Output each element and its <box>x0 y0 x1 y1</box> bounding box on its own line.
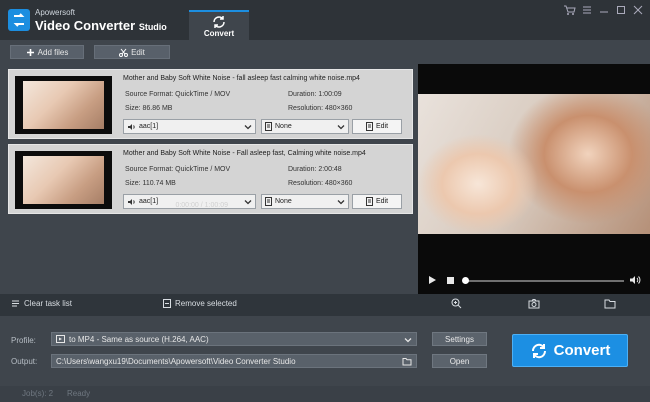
task-resolution: Resolution: 480×360 <box>288 180 353 187</box>
cart-icon[interactable] <box>562 4 576 16</box>
seek-handle[interactable] <box>462 277 469 284</box>
stop-icon[interactable] <box>446 276 455 285</box>
app-logo-icon <box>8 9 30 31</box>
tab-convert-label: Convert <box>203 29 235 38</box>
browse-folder-icon[interactable] <box>402 357 412 366</box>
status-bar <box>0 386 650 402</box>
profile-dropdown[interactable]: to MP4 - Same as source (H.264, AAC) <box>51 332 417 346</box>
chevron-down-icon <box>337 125 345 130</box>
add-files-button[interactable]: Add files <box>10 45 84 59</box>
subtitle-dropdown[interactable]: None <box>261 119 349 134</box>
brand-product-suffix: Studio <box>138 22 167 32</box>
video-preview <box>418 64 650 294</box>
audio-track-dropdown[interactable]: aac[1] <box>123 119 256 134</box>
close-icon[interactable] <box>631 4 645 16</box>
volume-icon[interactable] <box>629 275 641 285</box>
brand-company: Apowersoft <box>35 8 76 17</box>
edit-file-icon <box>365 197 373 206</box>
output-path-value: C:\Users\wangxu19\Documents\Apowersoft\V… <box>56 356 296 366</box>
audio-track-value: aac[1] <box>139 123 159 130</box>
subtitle-value: None <box>275 198 292 205</box>
subtitle-value: None <box>275 123 292 130</box>
seek-bar[interactable] <box>464 280 624 282</box>
convert-button-label: Convert <box>553 342 611 359</box>
open-button[interactable]: Open <box>432 354 487 368</box>
preview-frame <box>418 94 650 234</box>
tab-convert[interactable]: Convert <box>189 10 249 40</box>
menu-icon[interactable] <box>580 4 594 16</box>
task-filename: Mother and Baby Soft White Noise - fall … <box>123 75 360 82</box>
task-duration: Duration: 2:00:48 <box>288 166 342 173</box>
brand-product: Video Converter Studio <box>35 18 167 33</box>
profile-format-icon <box>56 335 65 343</box>
job-count: Job(s): 2 <box>22 389 54 398</box>
subtitle-file-icon <box>265 197 272 206</box>
task-list: Mother and Baby Soft White Noise - fall … <box>5 64 417 294</box>
task-edit-label: Edit <box>375 123 389 130</box>
scissors-icon <box>119 48 129 57</box>
settings-button[interactable]: Settings <box>432 332 487 346</box>
task-edit-label: Edit <box>375 198 389 205</box>
edit-toolbar-label: Edit <box>131 47 145 57</box>
chevron-down-icon <box>404 338 412 343</box>
video-thumbnail <box>15 151 112 209</box>
chevron-down-icon <box>337 200 345 205</box>
task-source-format: Source Format: QuickTime / MOV <box>125 91 231 98</box>
task-duration: Duration: 1:00:09 <box>288 91 342 98</box>
folder-icon[interactable] <box>604 298 616 309</box>
brand-product-name: Video Converter <box>35 18 136 33</box>
refresh-icon <box>531 343 546 358</box>
zoom-icon[interactable] <box>451 298 462 309</box>
edit-toolbar-button[interactable]: Edit <box>94 45 170 59</box>
remove-selected-label: Remove selected <box>175 299 237 308</box>
play-icon[interactable] <box>427 275 437 285</box>
task-item[interactable]: Mother and Baby Soft White Noise - fall … <box>8 69 413 139</box>
subtitle-file-icon <box>265 122 272 131</box>
refresh-icon <box>211 15 227 29</box>
plus-icon <box>26 48 34 56</box>
task-filename: Mother and Baby Soft White Noise - Fall … <box>123 150 366 157</box>
camera-icon[interactable] <box>528 298 540 309</box>
task-resolution: Resolution: 480×360 <box>288 105 353 112</box>
subtitle-dropdown[interactable]: None <box>261 194 349 209</box>
task-source-format: Source Format: QuickTime / MOV <box>125 166 231 173</box>
action-bar <box>0 294 650 316</box>
edit-file-icon <box>365 122 373 131</box>
clear-task-list-button[interactable]: Clear task list <box>11 299 72 308</box>
minimize-icon[interactable] <box>597 4 611 16</box>
chevron-down-icon <box>244 200 252 205</box>
chevron-down-icon <box>244 125 252 130</box>
task-size: Size: 110.74 MB <box>125 180 176 187</box>
video-thumbnail <box>15 76 112 134</box>
task-edit-button[interactable]: Edit <box>352 119 402 134</box>
remove-selected-button[interactable]: Remove selected <box>163 299 237 308</box>
add-files-label: Add files <box>37 47 69 57</box>
status-text: Ready <box>67 389 91 398</box>
profile-label: Profile: <box>11 336 36 345</box>
clear-task-list-label: Clear task list <box>24 299 73 308</box>
output-label: Output: <box>11 357 38 366</box>
clear-list-icon <box>12 300 19 307</box>
task-size: Size: 86.86 MB <box>125 105 173 112</box>
remove-file-icon <box>163 299 171 308</box>
playback-time: 0:00:00 / 1:00:09 <box>175 202 228 209</box>
speaker-icon <box>128 123 135 130</box>
output-path-field[interactable]: C:\Users\wangxu19\Documents\Apowersoft\V… <box>51 354 417 368</box>
maximize-icon[interactable] <box>614 4 628 16</box>
profile-value: to MP4 - Same as source (H.264, AAC) <box>69 334 209 344</box>
task-edit-button[interactable]: Edit <box>352 194 402 209</box>
convert-button[interactable]: Convert <box>512 334 628 367</box>
